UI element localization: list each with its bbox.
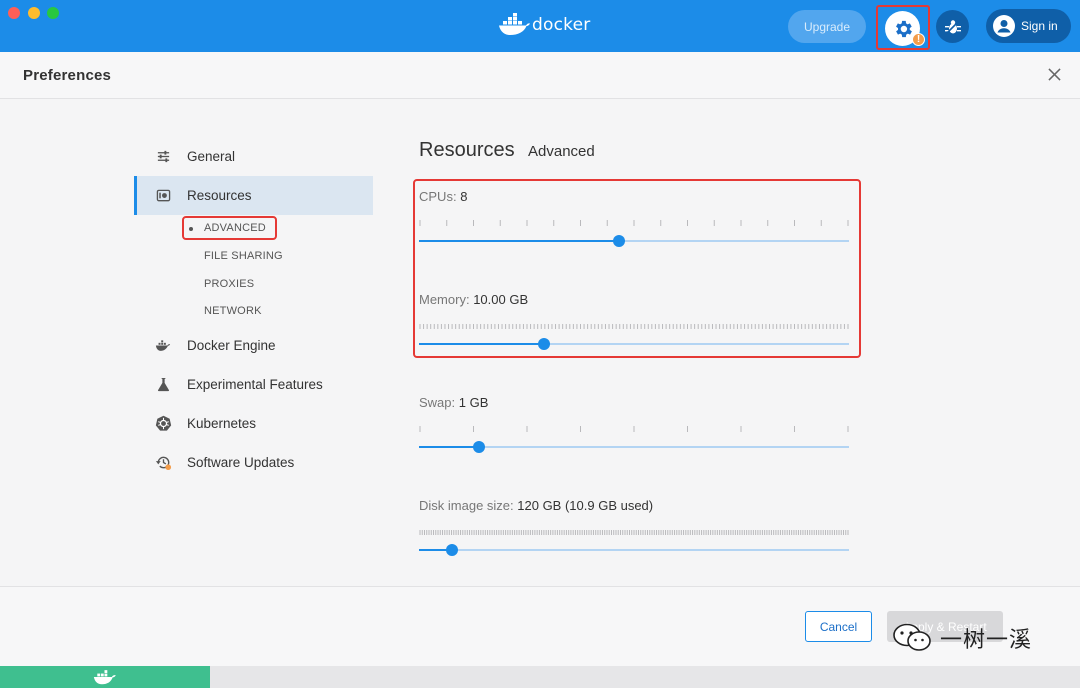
section-subtitle: Advanced: [528, 143, 595, 160]
slider-fill: [419, 446, 480, 448]
subnav-file-sharing[interactable]: FILE SHARING: [204, 250, 283, 262]
slider-thumb[interactable]: [613, 235, 626, 247]
close-icon: [1047, 67, 1061, 81]
gear-icon: [895, 20, 912, 37]
sidebar-item-label: Experimental Features: [187, 377, 323, 392]
memory-label: Memory: 10.00 GB: [419, 292, 528, 307]
page-title: Preferences: [23, 67, 112, 84]
disk-image-size-slider[interactable]: [419, 528, 849, 558]
sidebar-item-docker-engine[interactable]: Docker Engine: [134, 326, 373, 365]
section-title: Resources: [419, 139, 515, 161]
slider-fill: [419, 343, 544, 345]
cancel-button[interactable]: Cancel: [805, 611, 872, 642]
whale-icon: [93, 670, 116, 685]
sidebar-item-label: Software Updates: [187, 455, 295, 470]
swap-label-text: Swap:: [419, 395, 456, 410]
sidebar-item-label: Kubernetes: [187, 416, 257, 431]
slider-thumb[interactable]: [473, 441, 486, 453]
upgrade-button[interactable]: Upgrade: [788, 10, 866, 43]
disk-image-size-label: Disk image size: 120 GB (10.9 GB used): [419, 498, 653, 513]
sidebar-item-kubernetes[interactable]: Kubernetes: [134, 404, 373, 443]
preferences-header: Preferences: [0, 52, 1080, 99]
close-button[interactable]: [1044, 64, 1064, 84]
memory-slider[interactable]: [419, 322, 849, 352]
settings-button[interactable]: !: [885, 11, 925, 46]
sidebar-item-general[interactable]: General: [134, 137, 373, 176]
watermark: 一树一溪: [892, 622, 1032, 654]
subnav-network[interactable]: NETWORK: [204, 305, 262, 317]
sidebar-item-label: Resources: [187, 188, 252, 203]
watermark-text: 一树一溪: [940, 628, 1033, 653]
subnav-advanced[interactable]: ADVANCED: [204, 222, 266, 234]
sidebar-item-label: Docker Engine: [187, 338, 276, 353]
sidebar-item-resources[interactable]: Resources: [134, 176, 373, 215]
whale-icon: [154, 337, 172, 355]
engine-status[interactable]: [0, 666, 210, 688]
settings-highlight: !: [876, 5, 930, 50]
slider-ticks: [419, 324, 849, 329]
sidebar-item-experimental-features[interactable]: Experimental Features: [134, 365, 373, 404]
sidebar-item-label: General: [187, 149, 236, 164]
slider-ticks: [419, 220, 849, 226]
memory-label-text: Memory:: [419, 292, 470, 307]
cpus-slider[interactable]: [419, 219, 849, 249]
disk-label-text: Disk image size:: [419, 498, 514, 513]
slider-ticks: [419, 426, 849, 432]
slider-track: [419, 549, 849, 551]
disk-value: 120 GB (10.9 GB used): [517, 498, 654, 513]
warning-badge: !: [912, 33, 925, 46]
kubernetes-icon: [154, 415, 172, 433]
cpus-value: 8: [460, 189, 468, 204]
status-bar: [0, 666, 1080, 688]
sliders-icon: [154, 148, 172, 166]
flask-icon: [154, 376, 172, 394]
slider-thumb[interactable]: [446, 544, 459, 556]
title-bar: docker Upgrade ! Sign in: [0, 0, 1080, 52]
sign-in-label: Sign in: [1021, 19, 1058, 33]
swap-slider[interactable]: [419, 425, 849, 455]
slider-thumb[interactable]: [537, 338, 550, 350]
active-dot: [189, 227, 193, 231]
user-icon: [993, 15, 1015, 37]
window-close-button[interactable]: [8, 7, 20, 19]
cpus-label: CPUs: 8: [419, 189, 467, 204]
swap-value: 1 GB: [458, 395, 489, 410]
whale-icon: [499, 13, 530, 35]
slider-ticks: [419, 530, 849, 535]
sign-in-button[interactable]: Sign in: [986, 9, 1071, 43]
brand-name: docker: [532, 15, 591, 35]
wechat-icon: [893, 623, 931, 651]
memory-value: 10.00 GB: [473, 292, 529, 307]
window-minimize-button[interactable]: [28, 7, 40, 19]
bug-icon: [944, 18, 961, 35]
sidebar-item-software-updates[interactable]: Software Updates: [134, 443, 373, 482]
swap-label: Swap: 1 GB: [419, 395, 488, 410]
update-icon: [154, 454, 172, 472]
window-zoom-button[interactable]: [47, 7, 59, 19]
troubleshoot-button[interactable]: [936, 10, 969, 43]
resources-icon: [154, 187, 172, 205]
slider-fill: [419, 240, 620, 242]
docker-logo: docker: [498, 13, 590, 37]
cpus-label-text: CPUs:: [419, 189, 457, 204]
subnav-proxies[interactable]: PROXIES: [204, 278, 254, 290]
